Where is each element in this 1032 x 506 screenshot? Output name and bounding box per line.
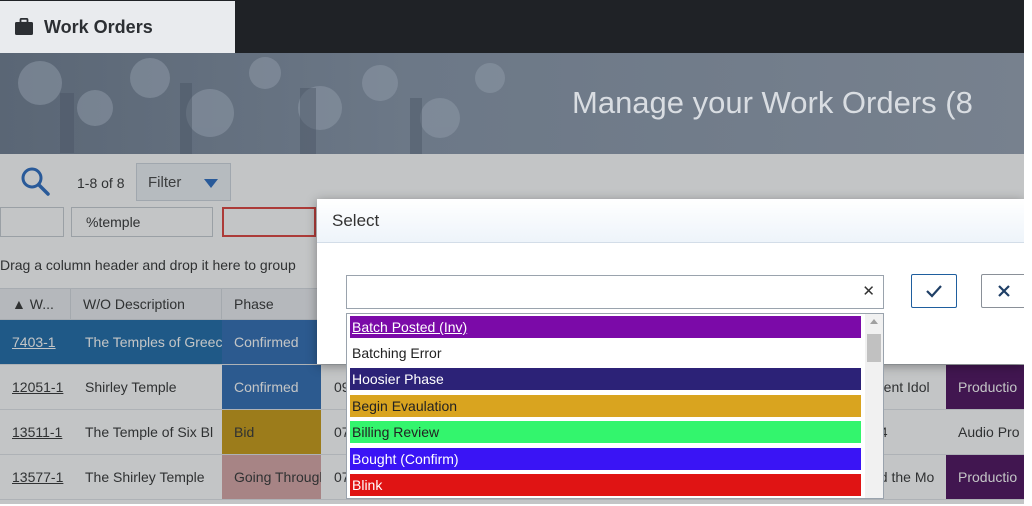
- phase-cell: Confirmed: [222, 365, 321, 409]
- page-title: Manage your Work Orders (8: [572, 85, 973, 120]
- filter-input-description[interactable]: %temple: [71, 207, 213, 237]
- tab-work-orders[interactable]: Work Orders: [0, 1, 235, 53]
- phase-option-list: Batch Posted (Inv) Batching Error Hoosie…: [346, 313, 884, 499]
- option-item[interactable]: Bought (Confirm): [350, 448, 861, 470]
- column-header-phase[interactable]: Phase: [222, 289, 322, 319]
- wo-number-link[interactable]: 13577-1: [0, 455, 71, 499]
- checkmark-icon: [926, 285, 942, 298]
- department-cell: Audio Pro: [958, 424, 1020, 440]
- phase-cell: Bid: [222, 410, 321, 454]
- option-item[interactable]: Billing Review: [350, 421, 861, 443]
- scroll-up-icon[interactable]: [870, 319, 878, 324]
- option-item[interactable]: Begin Evaulation: [350, 395, 861, 417]
- clear-icon[interactable]: ✕: [862, 282, 875, 300]
- department-cell: Productio: [946, 455, 1024, 499]
- option-list-scrollbar[interactable]: [865, 314, 883, 498]
- phase-search-input[interactable]: ✕: [346, 275, 884, 309]
- page-banner: Manage your Work Orders (8: [0, 53, 1024, 154]
- confirm-button[interactable]: [911, 274, 957, 308]
- option-item[interactable]: Batch Posted (Inv): [350, 316, 861, 338]
- top-bar: Work Orders: [0, 0, 1024, 53]
- group-drop-zone[interactable]: Drag a column header and drop it here to…: [0, 257, 296, 273]
- banner-decoration: [18, 57, 505, 154]
- close-button[interactable]: [981, 274, 1027, 308]
- phase-cell: Going Through: [222, 455, 321, 499]
- filter-label: Filter: [148, 173, 182, 191]
- dialog-title: Select: [332, 211, 380, 230]
- close-icon: [998, 285, 1010, 297]
- wo-description: Shirley Temple: [85, 379, 177, 395]
- wo-description: The Shirley Temple: [85, 469, 205, 485]
- scrollbar-thumb[interactable]: [867, 334, 881, 362]
- caret-down-icon: [204, 179, 218, 188]
- briefcase-icon: [15, 18, 33, 35]
- option-item[interactable]: Hoosier Phase: [350, 368, 861, 390]
- phase-cell: Confirmed: [222, 320, 321, 364]
- tab-label: Work Orders: [44, 16, 153, 37]
- option-item[interactable]: Blink: [350, 474, 861, 496]
- wo-description: The Temples of Greece: [85, 334, 222, 350]
- wo-number-link[interactable]: 12051-1: [0, 365, 71, 409]
- column-header-description[interactable]: W/O Description: [71, 289, 222, 319]
- wo-number-link[interactable]: 13511-1: [0, 410, 71, 454]
- filter-input-wo[interactable]: [0, 207, 64, 237]
- page-edge: [1024, 0, 1032, 506]
- column-header-wo[interactable]: ▲ W...: [0, 289, 71, 319]
- dialog-header: Select: [317, 199, 1024, 243]
- record-count: 1-8 of 8: [77, 175, 125, 191]
- wo-description: The Temple of Six Bl: [85, 424, 214, 440]
- department-cell: Productio: [946, 365, 1024, 409]
- search-icon[interactable]: [20, 166, 50, 196]
- wo-number-link[interactable]: 7403-1: [0, 320, 71, 364]
- filter-dropdown[interactable]: Filter: [136, 163, 231, 201]
- option-item[interactable]: Batching Error: [350, 342, 861, 364]
- filter-input-phase[interactable]: [222, 207, 316, 237]
